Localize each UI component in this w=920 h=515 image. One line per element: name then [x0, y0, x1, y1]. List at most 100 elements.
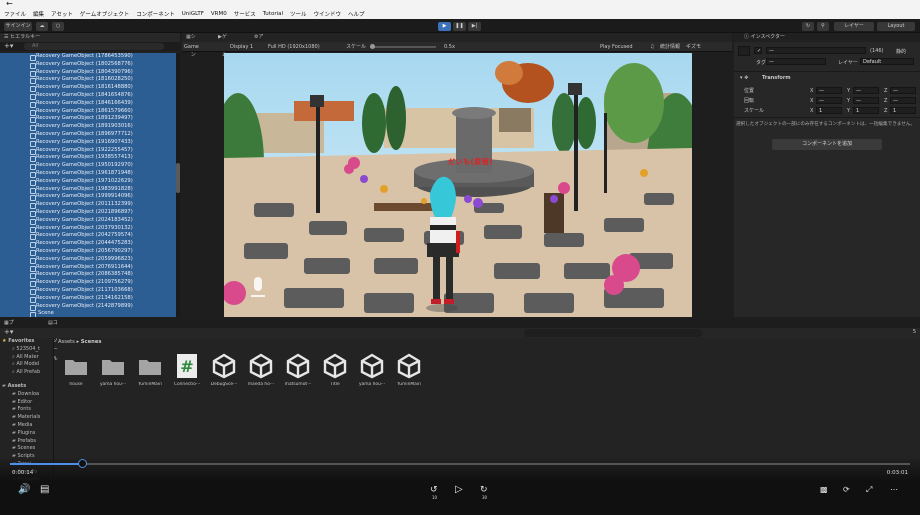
menu-item[interactable]: サービス [234, 10, 256, 18]
display-dropdown[interactable]: Display 1 [230, 42, 253, 52]
menu-item[interactable]: VRM0 [211, 11, 227, 17]
hierarchy-item[interactable]: Recovery GameObject (1896977712) [0, 131, 176, 139]
tag-dropdown[interactable]: — [766, 58, 826, 65]
hierarchy-item[interactable]: Recovery GameObject (1938557413) [0, 154, 176, 163]
tree-item[interactable]: ▰ Scenes [0, 445, 53, 453]
menu-item[interactable]: ヘルプ [348, 10, 365, 18]
tree-item[interactable]: ⌕ All Model [0, 361, 53, 369]
asset-item[interactable]: matsumot··· [284, 352, 312, 387]
tree-item[interactable]: ▰ Media [0, 422, 53, 430]
hierarchy-item[interactable]: Recovery GameObject (1922255457) [0, 147, 176, 155]
tab-project[interactable]: ▦ プロジェクト [4, 319, 14, 371]
pause-button[interactable]: ❚❚ [453, 22, 466, 31]
hierarchy-item[interactable]: Recovery GameObject (1961871948) [0, 170, 176, 178]
static-label[interactable]: 静的 [896, 48, 906, 55]
tree-item[interactable]: ⌕ All Mater [0, 354, 53, 362]
hierarchy-item[interactable]: Recovery GameObject (2076911644) [0, 264, 176, 272]
transform-header[interactable]: Transform [762, 75, 791, 81]
menu-item[interactable]: UniGLTF [182, 11, 204, 17]
menu-item[interactable]: Tutorial [263, 11, 283, 17]
rewind-icon[interactable]: ↺ [430, 485, 438, 495]
menu-item[interactable]: ゲームオブジェクト [80, 10, 129, 18]
tree-item[interactable]: ★ Favorites [0, 338, 53, 346]
hierarchy-item[interactable]: Recovery GameObject (1983991828) [0, 186, 176, 194]
cloud-icon[interactable]: ☁ [36, 22, 48, 31]
tab-asset-store[interactable]: ⚙ アセットストア [254, 33, 264, 94]
tree-item[interactable]: ⌕ 523504_t [0, 346, 53, 354]
hierarchy-item[interactable]: Recovery GameObject (1916907433) [0, 139, 176, 147]
hierarchy-item[interactable]: Recovery GameObject (1950192970) [0, 162, 176, 170]
exit-fullscreen-icon[interactable]: ⤢ [866, 485, 872, 495]
transform-field-y[interactable]: — [853, 97, 879, 104]
tree-item[interactable]: ▰ Editor [0, 399, 53, 407]
signin-button[interactable]: サインイン [4, 22, 32, 31]
tab-game[interactable]: ▶ ゲーム [218, 33, 227, 58]
layout-dropdown[interactable]: Layout [877, 22, 915, 31]
hierarchy-item[interactable]: Recovery GameObject (2134162158) [0, 295, 176, 303]
mute-icon[interactable]: ♫ [650, 42, 654, 52]
play-button[interactable]: ▶ [438, 22, 451, 31]
hierarchy-item[interactable]: Recovery GameObject (1816148880) [0, 84, 176, 92]
tab-console[interactable]: ▤ コンソール [48, 319, 58, 362]
menu-item[interactable]: コンポーネント [136, 10, 175, 18]
hierarchy-item[interactable]: Recovery GameObject (1841654876) [0, 92, 176, 100]
menu-item[interactable]: ファイル [4, 10, 26, 18]
play-focus-dropdown[interactable]: Play Focused [600, 42, 633, 52]
step-button[interactable]: ▶| [468, 22, 481, 31]
transform-field-y[interactable]: — [853, 87, 879, 94]
menu-item[interactable]: ウインドウ [314, 10, 342, 18]
history-icon[interactable]: ↻ [802, 22, 814, 31]
hierarchy-item[interactable]: Recovery GameObject (1891903016) [0, 123, 176, 131]
hierarchy-item[interactable]: Recovery GameObject (2056790297) [0, 248, 176, 256]
hierarchy-item[interactable]: Recovery GameObject (2117103668) [0, 287, 176, 295]
playback-speed-icon[interactable]: ⟳ [843, 485, 850, 495]
hierarchy-scene-item[interactable]: Scene [0, 310, 176, 317]
tree-item[interactable]: ▰ Plugins [0, 430, 53, 438]
asset-item[interactable]: maeda ho··· [247, 352, 275, 387]
more-icon[interactable]: ⋯ [890, 485, 898, 495]
hierarchy-item[interactable]: Recovery GameObject (2059996823) [0, 256, 176, 264]
hierarchy-item[interactable]: Recovery GameObject (2011132399) [0, 201, 176, 209]
display-mode-dropdown[interactable]: Game [184, 42, 199, 52]
hierarchy-item[interactable]: Recovery GameObject (1804390796) [0, 69, 176, 77]
add-component-button[interactable]: コンポーネントを追加 [772, 139, 882, 150]
captions-icon[interactable]: ▤ [40, 485, 49, 495]
play-icon[interactable]: ▷ [455, 485, 463, 495]
miniplayer-icon[interactable]: ▩ [820, 485, 828, 495]
stats-button[interactable]: 統計情報 [660, 42, 680, 52]
hierarchy-tab[interactable]: ☰ ヒエラルキー [0, 33, 180, 42]
layers-dropdown[interactable]: レイヤー [834, 22, 874, 31]
tree-item[interactable]: ▰ Assets [0, 383, 53, 391]
breadcrumb-scenes[interactable]: Scenes [81, 339, 102, 345]
transform-field-z[interactable]: — [890, 97, 916, 104]
search-icon[interactable]: ⚲ [817, 22, 829, 31]
hierarchy-item[interactable]: Recovery GameObject (1891239497) [0, 115, 176, 124]
asset-item[interactable]: yama hou··· [358, 352, 386, 387]
asset-item[interactable]: house [62, 352, 90, 387]
hierarchy-item[interactable]: Recovery GameObject (2109756279) [0, 279, 176, 287]
seek-thumb[interactable] [78, 459, 87, 468]
asset-item[interactable]: yama hou··· [99, 352, 127, 387]
collab-icon[interactable]: ○ [52, 22, 64, 31]
tree-item[interactable]: ▰ Materials [0, 414, 53, 422]
hierarchy-item[interactable]: Recovery GameObject (1971022629) [0, 178, 176, 186]
transform-field-z[interactable]: — [890, 87, 916, 94]
project-search-input[interactable] [524, 329, 702, 337]
gizmos-button[interactable]: ギズモ [686, 42, 701, 52]
menu-item[interactable]: アセット [51, 10, 73, 18]
hierarchy-item[interactable]: Recovery GameObject (1861579660) [0, 108, 176, 116]
menu-item[interactable]: ツール [290, 10, 307, 18]
tree-item[interactable]: ▰ Prefabs [0, 438, 53, 446]
tree-item[interactable]: ▰ Fonts [0, 406, 53, 414]
hierarchy-search-input[interactable]: All [24, 43, 164, 50]
asset-item[interactable]: DebugSce··· [210, 352, 238, 387]
hierarchy-item[interactable]: Recovery GameObject (1846166439) [0, 100, 176, 108]
hierarchy-item[interactable]: Recovery GameObject (1999914096) [0, 193, 176, 202]
breadcrumb-assets[interactable]: Assets [58, 339, 75, 345]
hierarchy-item[interactable]: Recovery GameObject (2042759574) [0, 232, 176, 241]
hierarchy-item[interactable]: Recovery GameObject (2021896897) [0, 209, 176, 217]
hierarchy-item[interactable]: Recovery GameObject (1802568776) [0, 61, 176, 69]
tab-scene[interactable]: ▦ シーン [186, 33, 196, 58]
tree-item[interactable]: ▰ Downloa [0, 391, 53, 399]
seek-bar[interactable] [10, 459, 910, 468]
